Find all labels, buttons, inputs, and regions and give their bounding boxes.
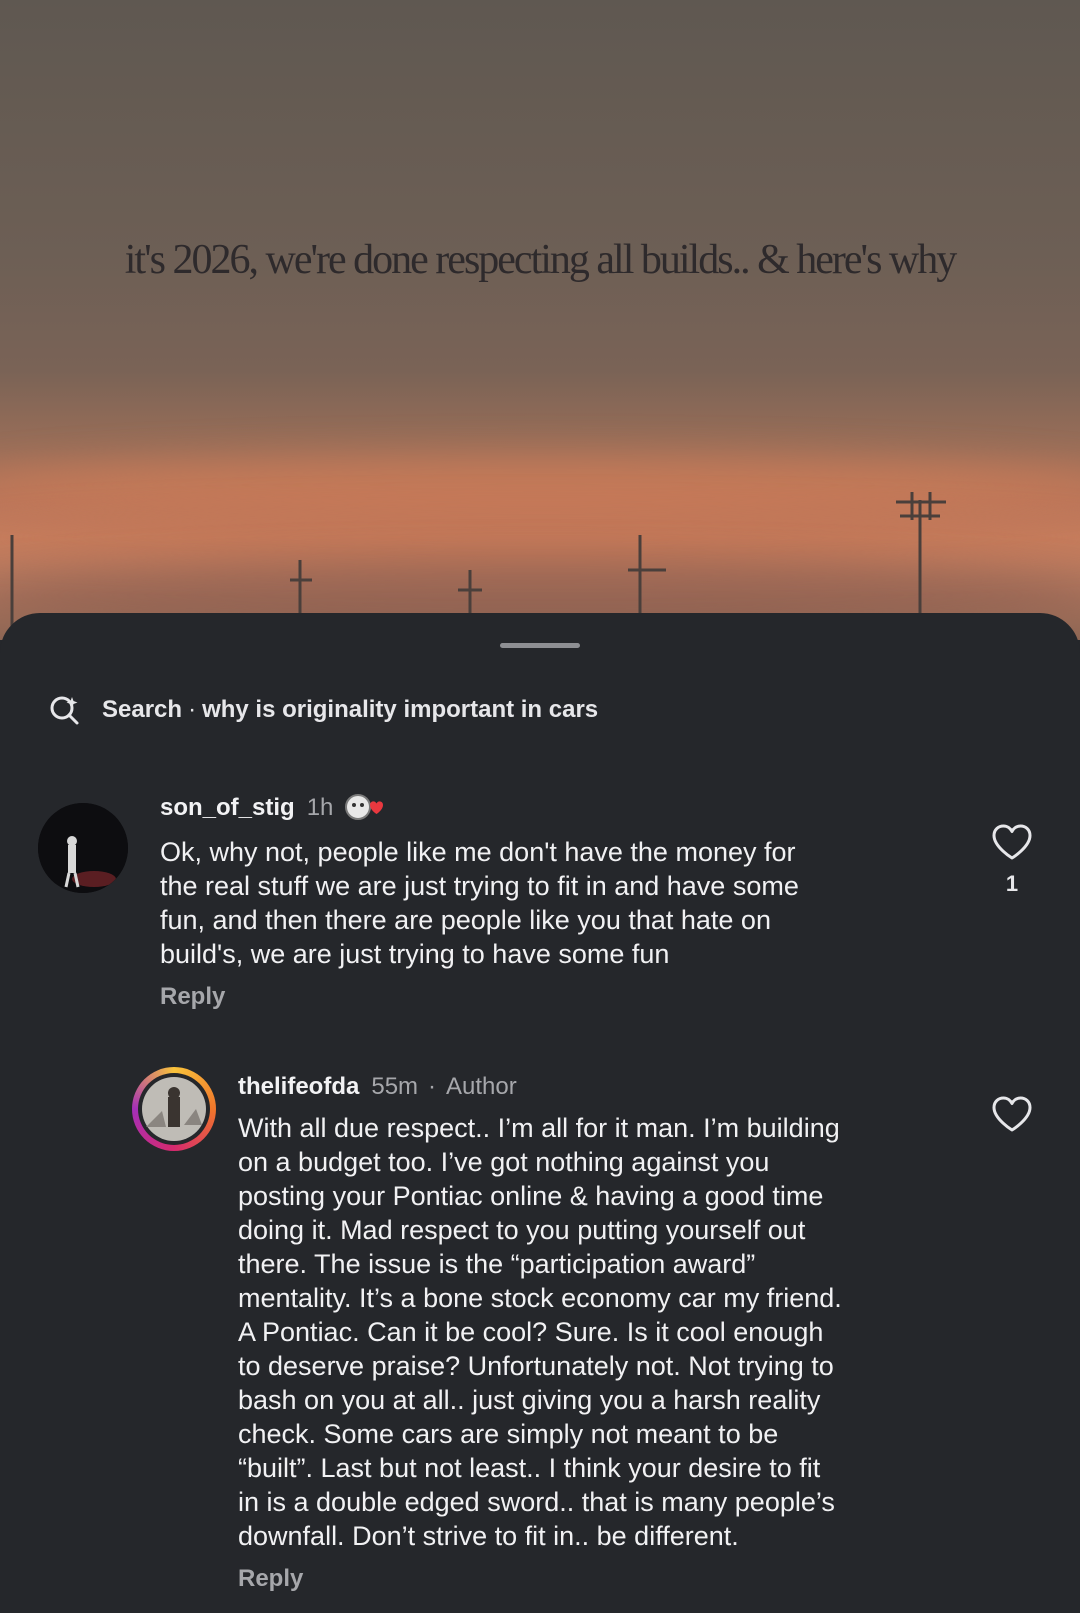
like-button[interactable]: 1 <box>982 823 1042 897</box>
avatar-image <box>38 803 128 893</box>
search-query-text: why is originality important in cars <box>202 696 599 723</box>
comment-timestamp: 1h <box>306 794 334 821</box>
like-count: 1 <box>1005 871 1019 896</box>
video-background[interactable]: it's 2026, we're done respecting all bui… <box>0 0 1080 640</box>
comment-username[interactable]: thelifeofda <box>238 1073 359 1101</box>
comment-timestamp: 55m <box>371 1073 419 1100</box>
comment-username[interactable]: son_of_stig <box>160 794 295 822</box>
avatar[interactable] <box>38 803 128 893</box>
like-button[interactable] <box>982 1095 1042 1133</box>
search-separator: · <box>188 696 197 723</box>
heart-sticker-icon <box>345 794 384 820</box>
comment-search-suggestion[interactable]: Search · why is originality important in… <box>48 693 598 727</box>
heart-outline-icon <box>992 1096 1032 1132</box>
meta-separator: · <box>428 1073 437 1100</box>
reply-button[interactable]: Reply <box>160 983 920 1011</box>
search-label: Search <box>102 696 183 723</box>
sheet-drag-handle[interactable] <box>500 643 580 648</box>
video-overlay-caption: it's 2026, we're done respecting all bui… <box>124 237 958 283</box>
avatar-image <box>138 1073 210 1145</box>
heart-outline-icon <box>992 824 1032 860</box>
comment-text: Ok, why not, people like me don't have t… <box>160 837 799 969</box>
reply-button[interactable]: Reply <box>238 1565 938 1593</box>
comments-sheet: Search · why is originality important in… <box>0 613 1080 1613</box>
search-sparkle-icon <box>50 696 79 725</box>
author-badge: Author <box>446 1073 517 1100</box>
avatar[interactable] <box>132 1067 216 1151</box>
comment-text: With all due respect.. I’m all for it ma… <box>238 1113 842 1551</box>
